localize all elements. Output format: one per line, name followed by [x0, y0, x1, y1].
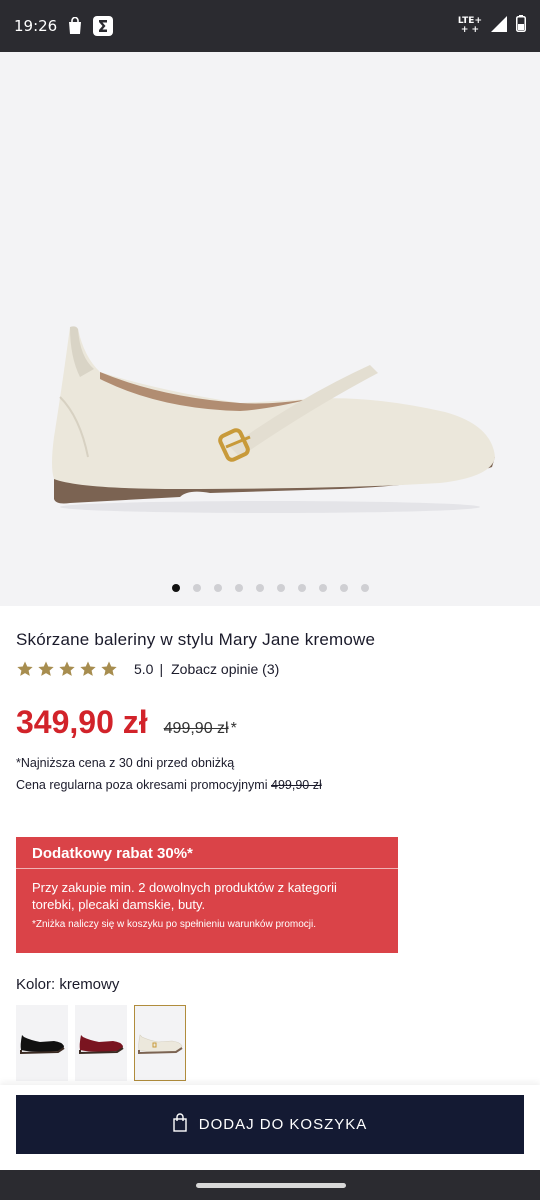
star-icon [17, 661, 33, 676]
current-price: 349,90 zł [16, 704, 148, 740]
gallery-dot[interactable] [213, 584, 222, 592]
add-to-cart-button[interactable]: DODAJ DO KOSZYKA [16, 1095, 524, 1154]
old-price-asterisk: * [230, 720, 237, 737]
status-time: 19:26 [14, 17, 58, 35]
product-image-gallery[interactable] [0, 52, 540, 606]
star-icon [38, 661, 54, 676]
network-activity: + + [460, 25, 480, 35]
gallery-dot[interactable] [339, 584, 348, 592]
color-swatch-burgundy[interactable] [75, 1005, 127, 1081]
lowest-price-note: *Najniższa cena z 30 dni przed obniżką [16, 756, 235, 770]
gallery-pagination [0, 584, 540, 592]
color-swatch-black[interactable] [16, 1005, 68, 1081]
promo-footnote: *Zniżka naliczy się w koszyku po spełnie… [32, 919, 317, 930]
gallery-dot[interactable] [360, 584, 369, 592]
rating-stars [16, 660, 118, 678]
star-icon [101, 661, 117, 676]
product-image [52, 326, 495, 513]
reviews-link[interactable]: Zobacz opinie (3) [171, 661, 279, 677]
status-bar: 19:26 LTE+ + + [0, 0, 540, 52]
swatch-shoe-cream [138, 1034, 183, 1055]
bottom-cart-bar: DODAJ DO KOSZYKA [0, 1085, 540, 1170]
promo-title: Dodatkowy rabat 30%* [16, 837, 398, 869]
gallery-dot[interactable] [192, 584, 201, 592]
rating-value: 5.0 [134, 661, 154, 677]
system-nav-bar [0, 1170, 540, 1200]
price-row: 349,90 zł 499,90 zł * [16, 704, 237, 741]
gallery-dot[interactable] [171, 584, 180, 592]
shopping-bag-icon [67, 17, 83, 35]
swatch-shoe-black [20, 1035, 65, 1055]
home-gesture-handle[interactable] [196, 1183, 346, 1188]
product-title: Skórzane baleriny w stylu Mary Jane krem… [16, 630, 376, 649]
add-to-cart-label: DODAJ DO KOSZYKA [198, 1116, 368, 1133]
star-icon [59, 661, 75, 676]
regular-price-value: 499,90 zł [271, 778, 322, 792]
gallery-dot[interactable] [318, 584, 327, 592]
gallery-dot[interactable] [234, 584, 243, 592]
old-price: 499,90 zł [163, 720, 229, 737]
promo-description: Przy zakupie min. 2 dowolnych produktów … [32, 880, 337, 912]
signal-icon [491, 15, 507, 37]
rating-separator: | [159, 661, 164, 677]
network-indicator: LTE+ + + [458, 17, 482, 35]
color-label: Kolor: kremowy [16, 976, 120, 993]
gallery-dot[interactable] [297, 584, 306, 592]
star-icon [80, 661, 96, 676]
rating-row: 5.0 | Zobacz opinie (3) [16, 660, 279, 678]
color-swatches [16, 1005, 186, 1081]
regular-price-note: Cena regularna poza okresami promocyjnym… [16, 778, 322, 792]
swatch-shoe-burgundy [79, 1035, 124, 1055]
color-swatch-cream[interactable] [134, 1005, 186, 1081]
regular-price-label: Cena regularna poza okresami promocyjnym… [16, 778, 268, 792]
gallery-dot[interactable] [276, 584, 285, 592]
battery-icon [516, 15, 526, 37]
promo-box: Dodatkowy rabat 30%* Przy zakupie min. 2… [16, 837, 398, 953]
gallery-dot[interactable] [255, 584, 264, 592]
shopping-bag-icon [173, 1113, 187, 1136]
sigma-app-icon [93, 16, 114, 36]
